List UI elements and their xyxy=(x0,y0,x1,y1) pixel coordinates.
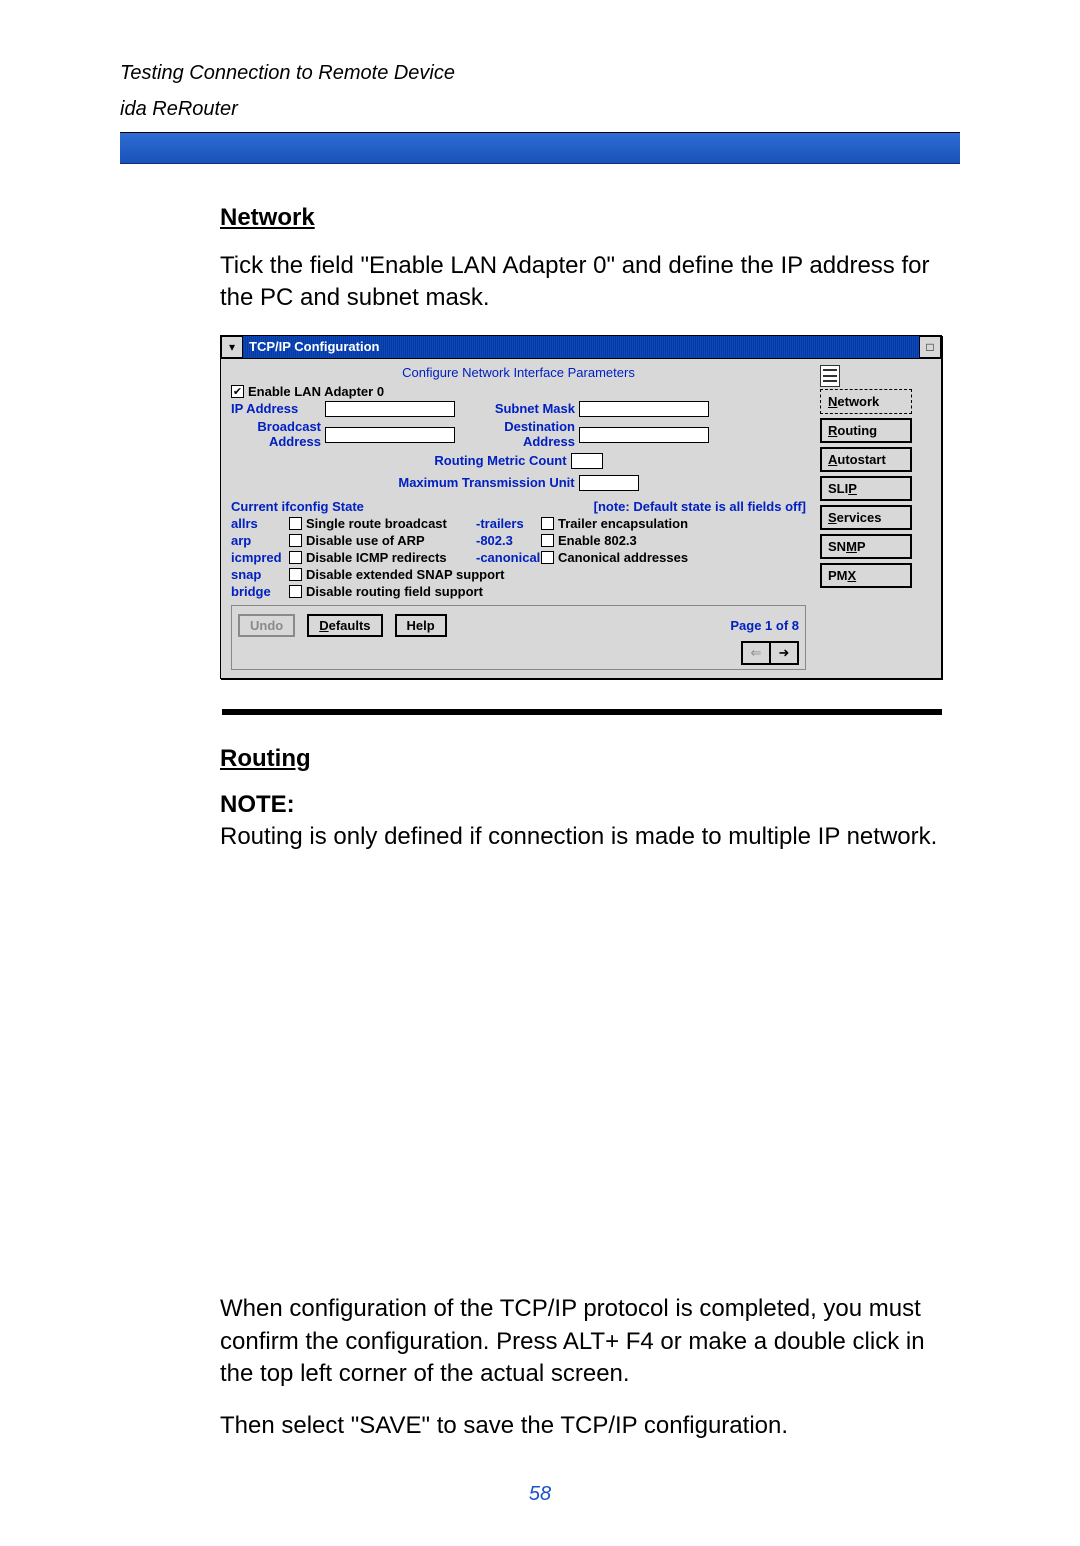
flag-check-4a[interactable] xyxy=(289,585,302,598)
routing-para1: When configuration of the TCP/IP protoco… xyxy=(220,1293,960,1390)
tab-network[interactable]: Network xyxy=(820,389,912,414)
broadcast-label-1: Broadcast xyxy=(231,419,321,434)
config-form: Configure Network Interface Parameters ✔… xyxy=(221,359,816,678)
note-label: NOTE: xyxy=(220,791,960,819)
flag-check-1a[interactable] xyxy=(289,534,302,547)
notebook-tabs: Network Routing Autostart SLIP Services … xyxy=(816,359,941,678)
next-page-button[interactable]: ➜ xyxy=(769,641,799,665)
flag-check-2a[interactable] xyxy=(289,551,302,564)
help-button[interactable]: Help xyxy=(395,614,447,637)
tab-services[interactable]: Services xyxy=(820,505,912,530)
page-title: Configure Network Interface Parameters xyxy=(231,365,806,380)
network-intro: Tick the field "Enable LAN Adapter 0" an… xyxy=(220,250,960,315)
flag-opt2-0: Trailer encapsulation xyxy=(558,516,688,531)
destination-label-1: Destination xyxy=(475,419,575,434)
flag-check-1b[interactable] xyxy=(541,534,554,547)
flag-key-1: arp xyxy=(231,533,289,548)
network-heading: Network xyxy=(220,204,960,232)
routing-para2: Then select "SAVE" to save the TCP/IP co… xyxy=(220,1410,960,1442)
destination-field[interactable] xyxy=(579,427,709,443)
tab-snmp[interactable]: SNMP xyxy=(820,534,912,559)
flag-opt-0: Single route broadcast xyxy=(306,516,476,531)
system-menu-button[interactable]: ▾ xyxy=(221,336,243,358)
flag-val-0: -trailers xyxy=(476,516,541,531)
ip-address-field[interactable] xyxy=(325,401,455,417)
destination-label-2: Address xyxy=(475,434,575,449)
tab-routing[interactable]: Routing xyxy=(820,418,912,443)
tab-slip[interactable]: SLIP xyxy=(820,476,912,501)
flag-check-0b[interactable] xyxy=(541,517,554,530)
titlebar: ▾ TCP/IP Configuration □ xyxy=(221,336,941,358)
flag-key-3: snap xyxy=(231,567,289,582)
routing-metric-label: Routing Metric Count xyxy=(434,453,566,468)
button-bar: Undo Defaults Help Page 1 of 8 ⇐ ➜ xyxy=(231,605,806,670)
tcpip-config-window: ▾ TCP/IP Configuration □ Configure Netwo… xyxy=(220,335,942,679)
ifconfig-note: [note: Default state is all fields off] xyxy=(594,499,806,514)
flag-opt-1: Disable use of ARP xyxy=(306,533,476,548)
flag-key-4: bridge xyxy=(231,584,289,599)
mtu-field[interactable] xyxy=(579,475,639,491)
notebook-icon xyxy=(820,365,840,387)
note-text: Routing is only defined if connection is… xyxy=(220,821,960,853)
header-line1: Testing Connection to Remote Device xyxy=(120,60,960,86)
enable-lan-checkbox[interactable]: ✔ xyxy=(231,385,244,398)
tab-autostart[interactable]: Autostart xyxy=(820,447,912,472)
flag-key-2: icmpred xyxy=(231,550,289,565)
ifconfig-state-label: Current ifconfig State xyxy=(231,499,364,514)
routing-heading: Routing xyxy=(220,745,960,773)
window-title: TCP/IP Configuration xyxy=(243,336,919,358)
flag-key-0: allrs xyxy=(231,516,289,531)
flag-opt-3: Disable extended SNAP support xyxy=(306,567,504,582)
window-shadow xyxy=(222,709,942,715)
mtu-label: Maximum Transmission Unit xyxy=(398,475,574,490)
flag-opt2-2: Canonical addresses xyxy=(558,550,688,565)
flag-opt-2: Disable ICMP redirects xyxy=(306,550,476,565)
broadcast-field[interactable] xyxy=(325,427,455,443)
enable-lan-label: Enable LAN Adapter 0 xyxy=(248,384,384,399)
defaults-button[interactable]: Defaults xyxy=(307,614,382,637)
flag-check-3a[interactable] xyxy=(289,568,302,581)
header-bar xyxy=(120,132,960,164)
page-indicator: Page 1 of 8 xyxy=(730,618,799,633)
header-line2: ida ReRouter xyxy=(120,96,960,122)
tab-pmx[interactable]: PMX xyxy=(820,563,912,588)
prev-page-button[interactable]: ⇐ xyxy=(741,641,771,665)
maximize-button[interactable]: □ xyxy=(919,336,941,358)
flag-check-0a[interactable] xyxy=(289,517,302,530)
routing-metric-field[interactable] xyxy=(571,453,603,469)
flag-val-2: -canonical xyxy=(476,550,541,565)
subnet-mask-field[interactable] xyxy=(579,401,709,417)
broadcast-label-2: Address xyxy=(231,434,321,449)
undo-button[interactable]: Undo xyxy=(238,614,295,637)
subnet-mask-label: Subnet Mask xyxy=(475,401,575,416)
flag-check-2b[interactable] xyxy=(541,551,554,564)
ip-address-label: IP Address xyxy=(231,401,321,416)
page-number: 58 xyxy=(120,1483,960,1506)
flag-opt-4: Disable routing field support xyxy=(306,584,483,599)
flag-val-1: -802.3 xyxy=(476,533,541,548)
flag-opt2-1: Enable 802.3 xyxy=(558,533,637,548)
